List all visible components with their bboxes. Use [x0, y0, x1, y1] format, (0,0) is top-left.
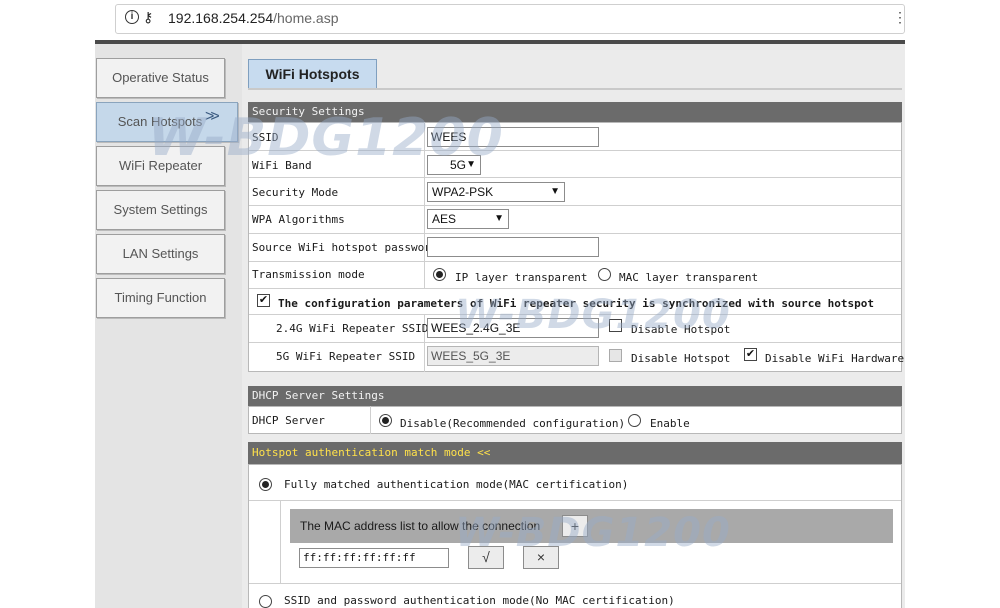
row-divider: [249, 500, 901, 501]
wpa-algorithms-value: AES: [432, 212, 457, 226]
url-path: /home.asp: [273, 10, 339, 26]
row-divider: [249, 233, 901, 234]
row-divider: [249, 205, 901, 206]
delete-mac-button[interactable]: ×: [523, 546, 559, 569]
sync-label: The configuration parameters of WiFi rep…: [278, 297, 875, 310]
dhcp-settings-header: DHCP Server Settings: [248, 386, 902, 406]
ip-transparent-label: IP layer transparent: [455, 271, 588, 284]
dhcp-enable-label: Enable: [650, 417, 690, 430]
security-mode-value: WPA2-PSK: [432, 185, 494, 199]
nav-system-settings[interactable]: System Settings: [96, 190, 225, 230]
tab-wifi-hotspots[interactable]: WiFi Hotspots: [248, 59, 377, 89]
row-divider: [249, 314, 901, 315]
auth-mode-header[interactable]: Hotspot authentication match mode <<: [248, 442, 902, 464]
nav-scan-hotspots[interactable]: Scan Hotspots: [96, 102, 238, 142]
ip-transparent-radio[interactable]: [433, 268, 446, 281]
wifi-band-value: 5G: [450, 158, 467, 172]
mac-auth-mode-label: Fully matched authentication mode(MAC ce…: [284, 478, 629, 491]
disable-hotspot-5g-label: Disable Hotspot: [631, 352, 731, 365]
key-icon[interactable]: ⚷: [143, 9, 153, 26]
row-divider: [249, 583, 901, 584]
nav-operative-status[interactable]: Operative Status: [96, 58, 225, 98]
chevron-down-icon: ▼: [550, 186, 560, 197]
wpa-algorithms-select[interactable]: AES ▼: [427, 209, 509, 229]
repeater-24g-ssid-label: 2.4G WiFi Repeater SSID: [276, 322, 429, 335]
ssid-label: SSID: [252, 131, 279, 144]
chevron-down-icon: ▼: [466, 159, 476, 170]
dhcp-disable-label: Disable(Recommended configuration): [400, 417, 626, 430]
mac-transparent-radio[interactable]: [598, 268, 611, 281]
repeater-5g-ssid-label: 5G WiFi Repeater SSID: [276, 350, 416, 363]
disable-hotspot-5g-checkbox[interactable]: [609, 349, 622, 362]
repeater-5g-ssid-input[interactable]: WEES_5G_3E: [427, 346, 599, 366]
disable-hotspot-24g-checkbox[interactable]: [609, 319, 622, 332]
transmission-mode-label: Transmission mode: [252, 268, 365, 281]
dhcp-server-label: DHCP Server: [252, 414, 325, 427]
mac-address-input[interactable]: ff:ff:ff:ff:ff:ff: [299, 548, 449, 568]
ssid-input[interactable]: WEES: [427, 127, 599, 147]
repeater-24g-ssid-input[interactable]: WEES_2.4G_3E: [427, 318, 599, 338]
double-chevron-right-icon: >>: [205, 108, 220, 125]
mac-list-title: The MAC address list to allow the connec…: [300, 519, 541, 533]
column-divider: [424, 122, 425, 288]
wifi-band-select[interactable]: 5G ▼: [427, 155, 481, 175]
disable-wifi-hardware-label: Disable WiFi Hardware: [765, 352, 905, 365]
tab-underline: [248, 88, 902, 90]
wifi-band-label: WiFi Band: [252, 159, 312, 172]
column-divider: [370, 406, 371, 434]
security-mode-label: Security Mode: [252, 186, 339, 199]
source-password-label: Source WiFi hotspot password: [252, 241, 438, 254]
nav-label: Scan Hotspots: [117, 114, 203, 129]
url-text[interactable]: 192.168.254.254/home.asp: [168, 10, 338, 26]
source-password-input[interactable]: [427, 237, 599, 257]
security-mode-select[interactable]: WPA2-PSK ▼: [427, 182, 565, 202]
sync-checkbox[interactable]: ✔: [257, 294, 270, 307]
row-divider: [249, 177, 901, 178]
row-divider: [249, 261, 901, 262]
dhcp-enable-radio[interactable]: [628, 414, 641, 427]
info-icon[interactable]: i: [125, 10, 139, 24]
nav-timing-function[interactable]: Timing Function: [96, 278, 225, 318]
more-icon[interactable]: ⋮: [893, 9, 907, 26]
security-settings-header: Security Settings: [248, 102, 902, 122]
row-divider: [249, 342, 901, 343]
row-divider: [249, 288, 901, 289]
column-divider: [280, 500, 281, 583]
mac-transparent-label: MAC layer transparent: [619, 271, 759, 284]
nav-lan-settings[interactable]: LAN Settings: [96, 234, 225, 274]
ssid-auth-mode-label: SSID and password authentication mode(No…: [284, 594, 675, 607]
confirm-mac-button[interactable]: √: [468, 546, 504, 569]
wpa-algorithms-label: WPA Algorithms: [252, 213, 345, 226]
mac-auth-mode-radio[interactable]: [259, 478, 272, 491]
add-mac-button[interactable]: +: [562, 515, 588, 537]
disable-wifi-hardware-checkbox[interactable]: ✔: [744, 348, 757, 361]
chevron-down-icon: ▼: [494, 213, 504, 224]
dhcp-disable-radio[interactable]: [379, 414, 392, 427]
nav-wifi-repeater[interactable]: WiFi Repeater: [96, 146, 225, 186]
disable-hotspot-24g-label: Disable Hotspot: [631, 323, 731, 336]
ssid-auth-mode-radio[interactable]: [259, 595, 272, 608]
url-host: 192.168.254.254: [168, 10, 274, 26]
row-divider: [249, 150, 901, 151]
